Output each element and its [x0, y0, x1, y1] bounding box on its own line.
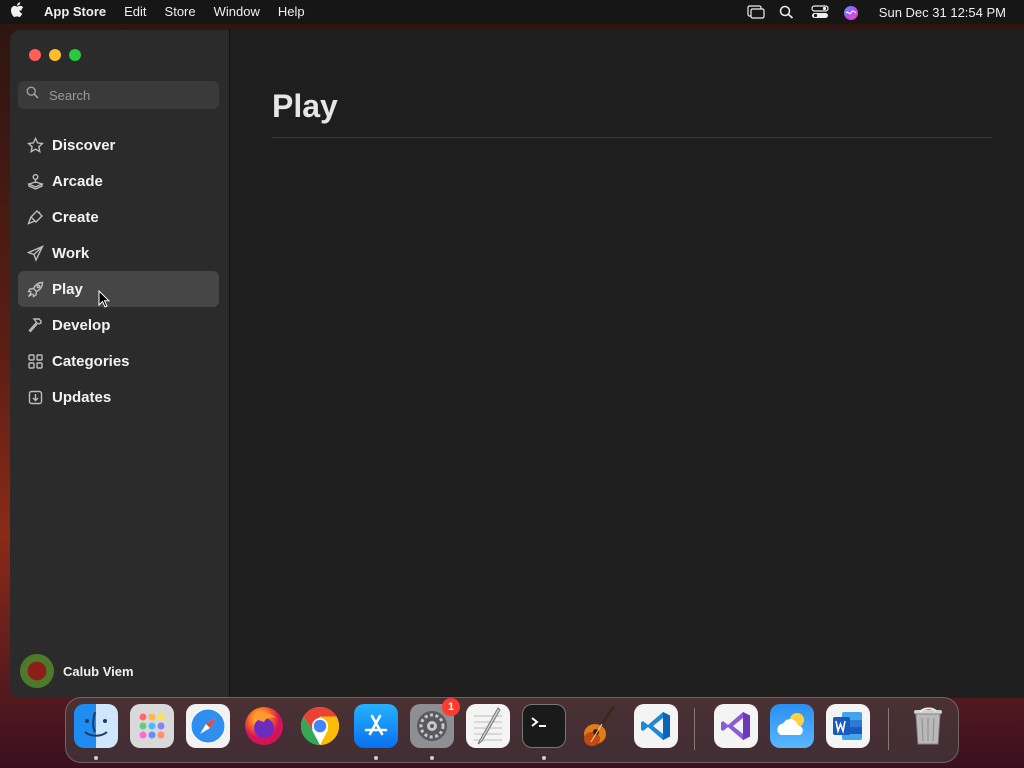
sidebar-item-label: Arcade: [52, 172, 103, 190]
app-store-window: Discover Arcade Create Work: [10, 30, 1024, 698]
sidebar-nav: Discover Arcade Create Work Play Develop…: [18, 127, 219, 415]
sidebar-item-label: Develop: [52, 316, 111, 334]
menu-window[interactable]: Window: [205, 0, 269, 24]
avatar: [20, 654, 54, 688]
dock-word-icon[interactable]: [826, 704, 870, 748]
account-name: Calub Viem: [63, 663, 134, 679]
dock-terminal-icon[interactable]: [522, 704, 566, 748]
sidebar-item-label: Play: [52, 280, 83, 298]
sidebar-item-label: Create: [52, 208, 99, 226]
dock-separator: [694, 708, 695, 750]
spotlight-search-icon[interactable]: [779, 5, 797, 19]
dock-garageband-icon[interactable]: [578, 704, 622, 748]
app-store-running-indicator: [374, 756, 378, 760]
terminal-running-indicator: [542, 756, 546, 760]
download-icon: [26, 388, 44, 406]
dock-vscode-icon[interactable]: [634, 704, 678, 748]
menu-clock[interactable]: Sun Dec 31 12:54 PM: [879, 5, 1006, 20]
joystick-icon: [26, 172, 44, 190]
dock-chrome-icon[interactable]: [298, 704, 342, 748]
dock: 1: [65, 697, 959, 763]
sidebar-item-develop[interactable]: Develop: [18, 307, 219, 343]
dock-system-settings-icon[interactable]: 1: [410, 698, 460, 748]
account-button[interactable]: Calub Viem: [20, 654, 134, 688]
search-icon: [26, 86, 39, 104]
dock-visual-studio-icon[interactable]: [714, 704, 758, 748]
sidebar-item-label: Categories: [52, 352, 130, 370]
mouse-cursor-icon: [98, 289, 111, 313]
sidebar-item-discover[interactable]: Discover: [18, 127, 219, 163]
dock-firefox-icon[interactable]: [242, 704, 286, 748]
dock-trash-icon[interactable]: [906, 704, 950, 748]
menu-help[interactable]: Help: [269, 0, 314, 24]
star-icon: [26, 136, 44, 154]
zoom-window-button[interactable]: [69, 49, 81, 61]
finder-running-indicator: [94, 756, 98, 760]
dock-weather-icon[interactable]: [770, 704, 814, 748]
dock-finder-icon[interactable]: [74, 704, 118, 748]
brush-icon: [26, 208, 44, 226]
sidebar-item-label: Work: [52, 244, 90, 262]
sidebar-item-work[interactable]: Work: [18, 235, 219, 271]
sidebar-item-categories[interactable]: Categories: [18, 343, 219, 379]
siri-icon[interactable]: [843, 5, 861, 20]
menu-edit[interactable]: Edit: [115, 0, 155, 24]
apple-menu-icon[interactable]: [0, 2, 34, 22]
page-title: Play: [272, 88, 338, 124]
notification-badge: 1: [442, 698, 460, 716]
main-content: Play: [230, 30, 1024, 698]
sidebar-item-arcade[interactable]: Arcade: [18, 163, 219, 199]
menu-store[interactable]: Store: [156, 0, 205, 24]
rocket-icon: [26, 280, 44, 298]
sidebar-item-label: Updates: [52, 388, 112, 406]
title-divider: [272, 137, 992, 138]
search-input[interactable]: [47, 86, 211, 104]
sidebar-item-create[interactable]: Create: [18, 199, 219, 235]
dock-launchpad-icon[interactable]: [130, 704, 174, 748]
sidebar: Discover Arcade Create Work: [10, 30, 230, 698]
minimize-window-button[interactable]: [49, 49, 61, 61]
window-controls: [29, 49, 81, 61]
close-window-button[interactable]: [29, 49, 41, 61]
settings-running-indicator: [430, 756, 434, 760]
dock-textedit-icon[interactable]: [466, 704, 510, 748]
menu-bar: App Store Edit Store Window Help Sun Dec…: [0, 0, 1024, 24]
screen-mirroring-icon[interactable]: [747, 5, 765, 19]
search-field[interactable]: [18, 81, 219, 109]
dock-separator: [888, 708, 889, 750]
control-center-icon[interactable]: [811, 5, 829, 19]
sidebar-item-play[interactable]: Play: [18, 271, 219, 307]
hammer-icon: [26, 316, 44, 334]
sidebar-item-label: Discover: [52, 136, 116, 154]
dock-safari-icon[interactable]: [186, 704, 230, 748]
menu-app-name[interactable]: App Store: [34, 0, 115, 24]
dock-app-store-icon[interactable]: [354, 704, 398, 748]
grid-icon: [26, 352, 44, 370]
paper-plane-icon: [26, 244, 44, 262]
sidebar-item-updates[interactable]: Updates: [18, 379, 219, 415]
